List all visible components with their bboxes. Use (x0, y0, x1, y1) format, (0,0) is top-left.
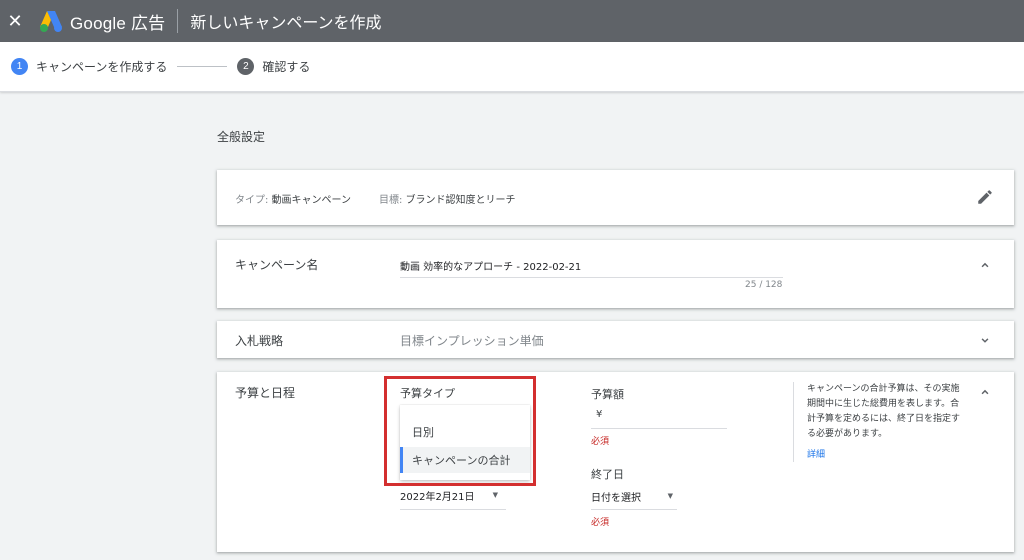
step-1-indicator: 1 (11, 58, 28, 75)
bid-strategy-label: 入札戦略 (235, 334, 284, 348)
app-header: ✕ Google 広告 新しいキャンペーンを作成 (0, 0, 1024, 42)
campaign-goal: 目標: ブランド認知度とリーチ (379, 191, 516, 206)
goal-value: ブランド認知度とリーチ (405, 195, 516, 206)
campaign-type-card: タイプ: 動画キャンペーン 目標: ブランド認知度とリーチ (217, 170, 1014, 225)
section-heading: 全般設定 (217, 130, 266, 144)
type-value: 動画キャンペーン (271, 195, 352, 206)
budget-type-label: 予算タイプ (400, 387, 455, 400)
pencil-icon[interactable] (976, 188, 994, 206)
amount-required-text: 必須 (591, 437, 610, 447)
step-2-label[interactable]: 確認する (262, 58, 310, 75)
type-prefix: タイプ: (235, 195, 272, 206)
start-date-select[interactable]: 2022年2月21日 ▼ (400, 488, 506, 510)
budget-type-dropdown: 日別 キャンペーンの合計 (400, 405, 530, 480)
campaign-name-input[interactable]: 動画 効率的なアプローチ - 2022-02-21 (400, 256, 783, 278)
end-date-select[interactable]: 日付を選択 ▼ (591, 486, 677, 510)
dropdown-arrow-icon: ▼ (667, 492, 673, 500)
goal-prefix: 目標: (379, 195, 406, 206)
option-daily[interactable]: 日別 (400, 419, 530, 445)
chevron-up-icon[interactable] (978, 385, 992, 399)
start-date-value: 2022年2月21日 (400, 492, 475, 503)
brand-name: Google 広告 (70, 13, 166, 33)
details-link[interactable]: 詳細 (807, 447, 825, 460)
chevron-up-icon[interactable] (978, 258, 992, 272)
budget-schedule-label: 予算と日程 (235, 386, 296, 400)
step-2-indicator: 2 (237, 58, 255, 75)
step-connector (177, 66, 228, 67)
close-icon: ✕ (7, 10, 23, 31)
chevron-down-icon[interactable] (978, 333, 992, 347)
budget-amount-label: 予算額 (591, 388, 624, 401)
step-1-label[interactable]: キャンペーンを作成する (36, 58, 167, 75)
character-counter: 25 / 128 (745, 280, 783, 290)
end-date-required-text: 必須 (591, 518, 610, 528)
end-date-label: 終了日 (591, 468, 624, 481)
progress-stepper: 1 キャンペーンを作成する 2 確認する (0, 42, 1024, 92)
end-date-value: 日付を選択 (591, 493, 641, 504)
dropdown-arrow-icon: ▼ (492, 491, 498, 499)
campaign-name-card: キャンペーン名 動画 効率的なアプローチ - 2022-02-21 25 / 1… (217, 240, 1014, 308)
bid-strategy-value: 目標インプレッション単価 (400, 334, 544, 348)
budget-amount-input[interactable]: ¥ (591, 405, 727, 429)
currency-symbol: ¥ (596, 409, 603, 420)
option-campaign-total[interactable]: キャンペーンの合計 (400, 447, 530, 473)
campaign-type: タイプ: 動画キャンペーン (235, 191, 351, 206)
budget-schedule-card: 予算と日程 予算タイプ 日別 キャンペーンの合計 2022年2月21日 ▼ 予算… (217, 372, 1014, 552)
header-divider (177, 9, 179, 33)
close-button[interactable]: ✕ (0, 0, 30, 42)
google-ads-logo-icon (40, 11, 62, 32)
page-title: 新しいキャンペーンを作成 (190, 13, 382, 32)
campaign-name-label: キャンペーン名 (235, 258, 319, 272)
bid-strategy-card[interactable]: 入札戦略 目標インプレッション単価 (217, 321, 1014, 358)
